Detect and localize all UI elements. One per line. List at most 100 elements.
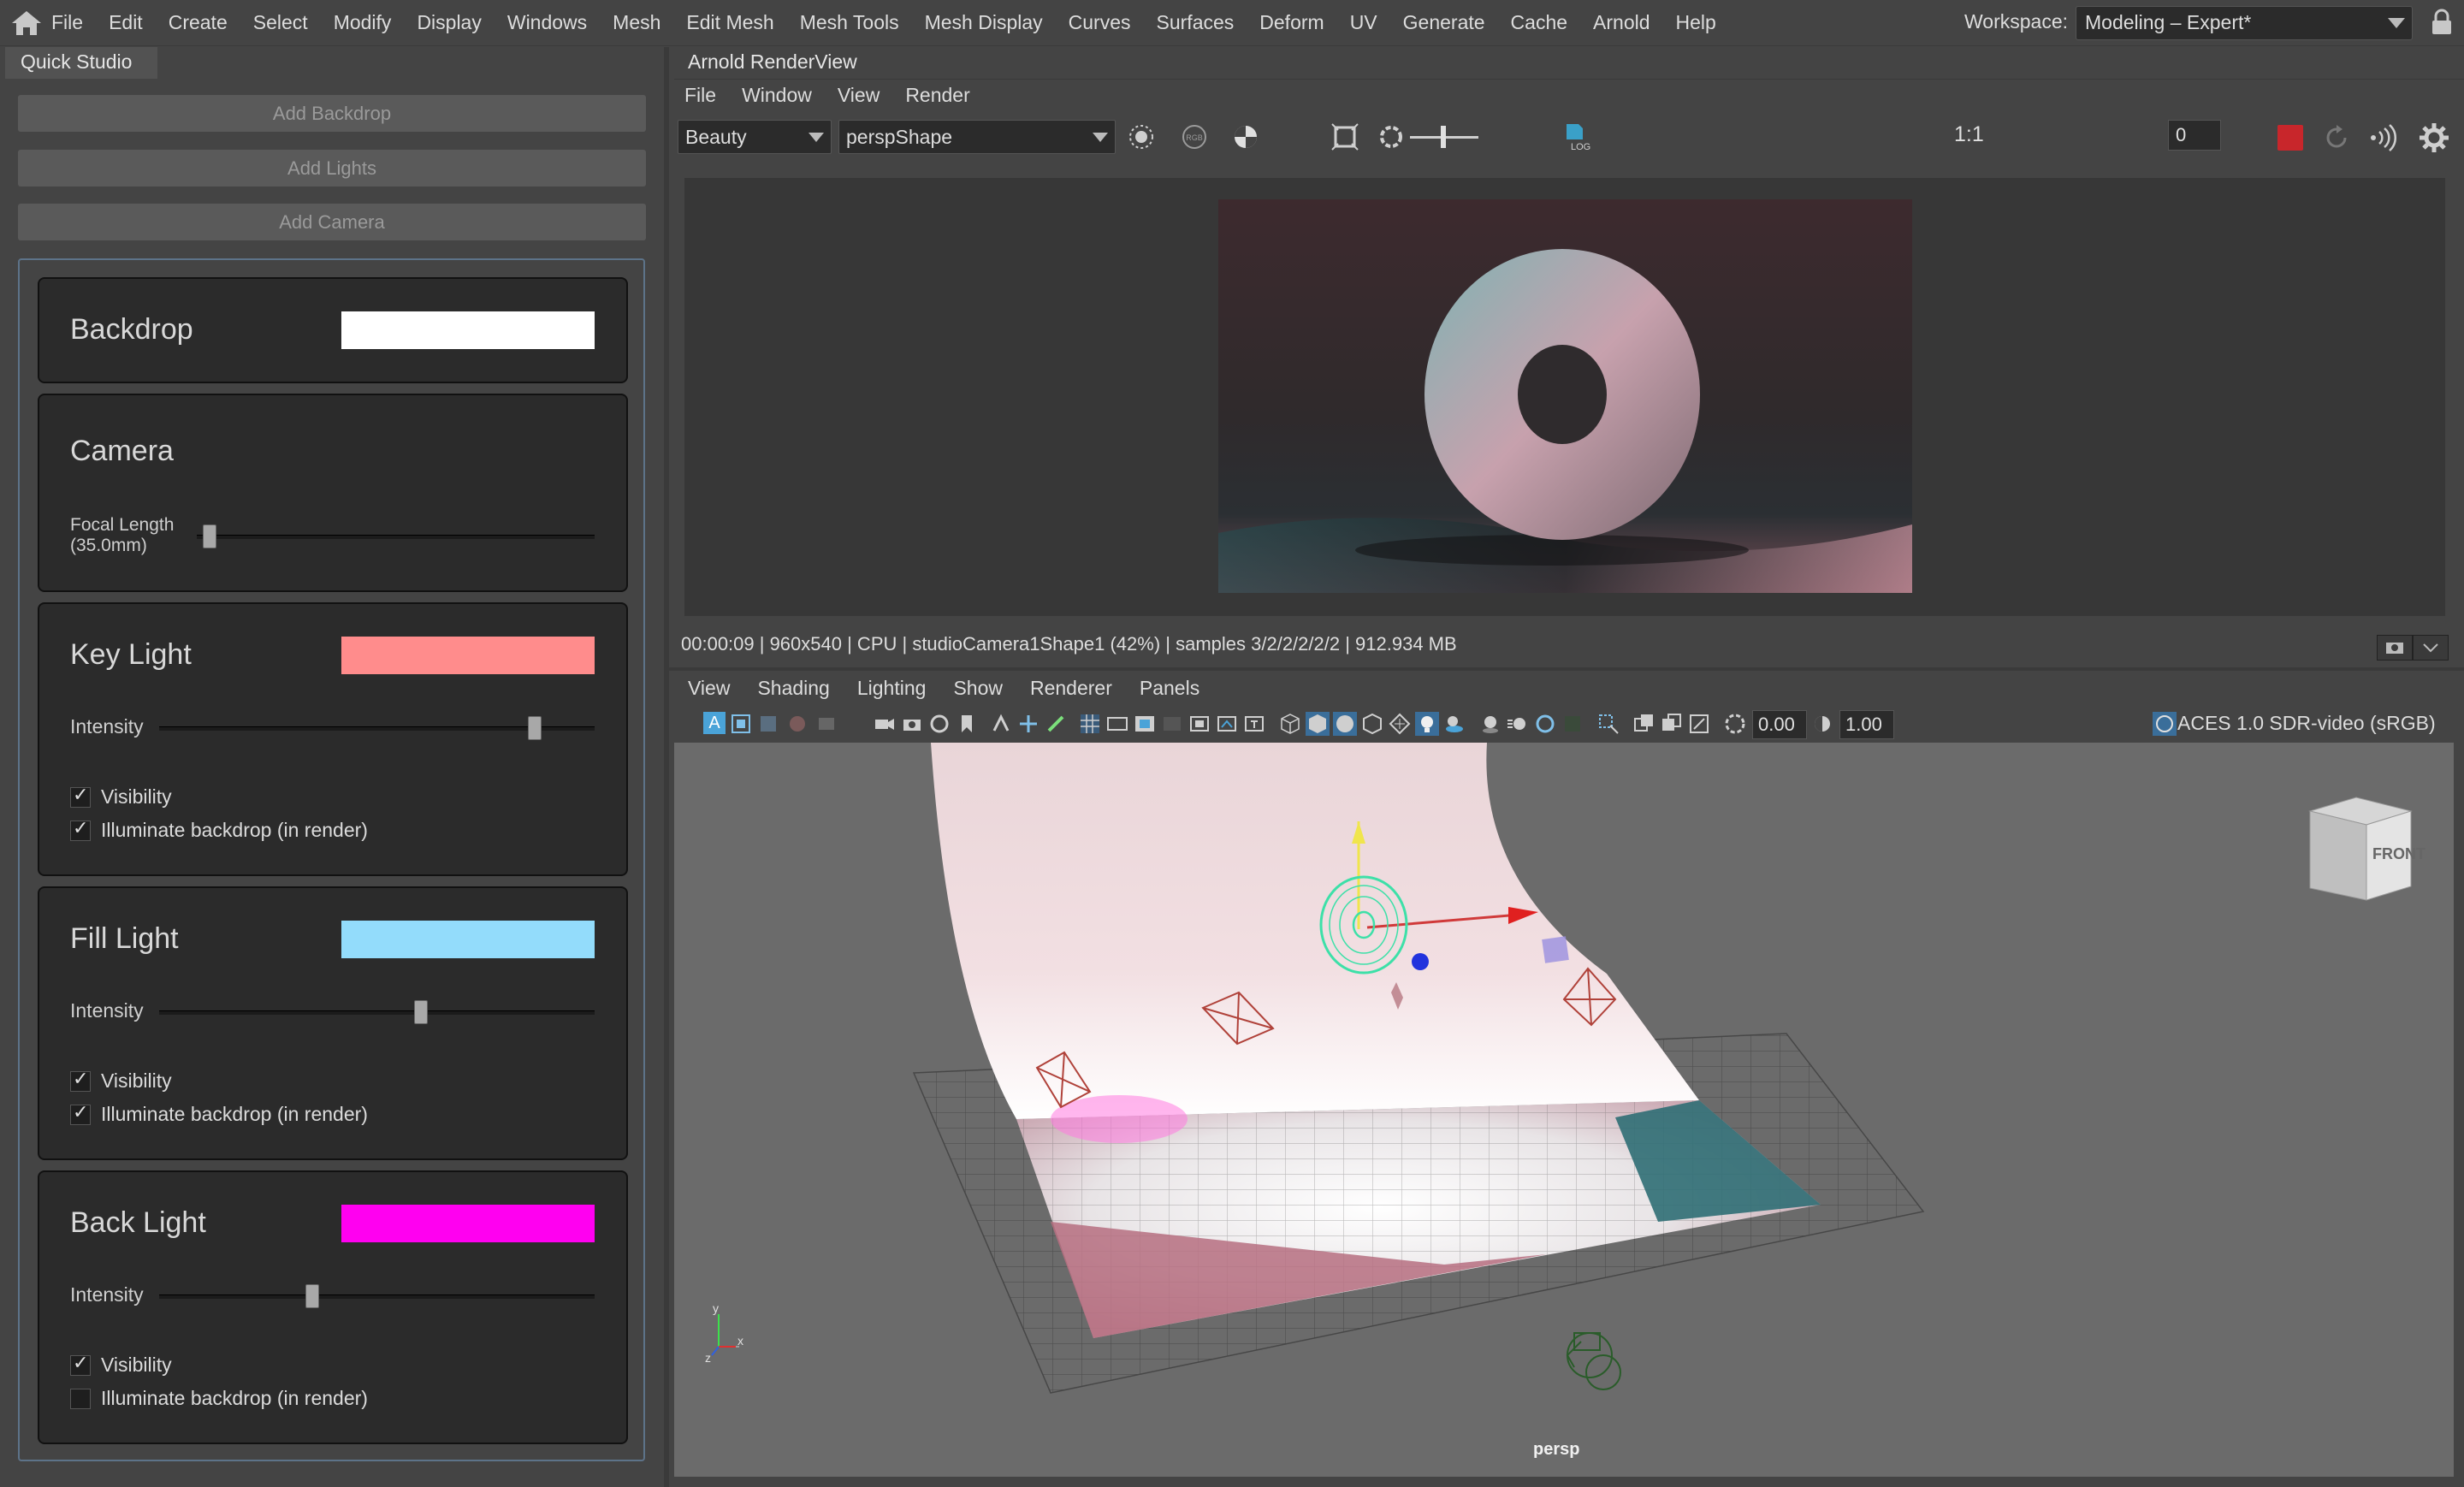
exposure-icon[interactable]	[1377, 123, 1405, 151]
menu-curves[interactable]: Curves	[1069, 11, 1131, 34]
safe-action-icon[interactable]	[1215, 712, 1239, 736]
workspace-dropdown[interactable]: Modeling – Expert*	[2076, 6, 2413, 40]
menu-mesh[interactable]: Mesh	[613, 11, 660, 34]
textured-icon[interactable]	[1388, 712, 1412, 736]
back-light-intensity-slider[interactable]	[159, 1294, 595, 1299]
menu-edit[interactable]: Edit	[109, 11, 143, 34]
motion-blur-icon[interactable]	[1506, 712, 1530, 736]
tab-arnold-renderview[interactable]: Arnold RenderView	[674, 47, 880, 79]
smooth-shade-icon[interactable]	[1306, 712, 1330, 736]
home-icon[interactable]	[9, 9, 44, 38]
back-light-intensity-handle[interactable]	[305, 1284, 320, 1308]
grid-icon[interactable]	[1078, 712, 1102, 736]
ipr-icon[interactable]	[2368, 123, 2399, 152]
menu-help[interactable]: Help	[1676, 11, 1716, 34]
viewport-gamma-field[interactable]: 1.00	[1839, 710, 1894, 739]
region-icon[interactable]	[1128, 123, 1155, 151]
camera-dropdown[interactable]: perspShape	[838, 120, 1116, 154]
exposure-slider-handle[interactable]	[1441, 126, 1446, 148]
menu-deform[interactable]: Deform	[1259, 11, 1324, 34]
viewport-exposure-field[interactable]: 0.00	[1752, 710, 1807, 739]
key-light-intensity-handle[interactable]	[527, 716, 542, 740]
gamma-icon[interactable]	[1810, 712, 1834, 736]
color-management-icon[interactable]	[2153, 712, 2177, 736]
focal-length-slider-handle[interactable]	[202, 524, 216, 548]
xray-active-icon[interactable]	[1687, 712, 1711, 736]
menu-create[interactable]: Create	[169, 11, 228, 34]
back-light-visibility-checkbox[interactable]: ✓	[70, 1353, 91, 1376]
fill-light-color-swatch[interactable]	[341, 921, 595, 958]
anti-aliasing-icon[interactable]	[1533, 712, 1557, 736]
key-light-visibility-checkbox[interactable]: ✓	[70, 785, 91, 808]
focal-length-slider[interactable]	[197, 535, 595, 539]
xray-joints-icon[interactable]	[1660, 712, 1684, 736]
renderview-menu-window[interactable]: Window	[742, 84, 812, 107]
menu-edit-mesh[interactable]: Edit Mesh	[686, 11, 773, 34]
key-light-color-swatch[interactable]	[341, 637, 595, 674]
shadows-icon[interactable]	[1442, 712, 1466, 736]
viewport-menu-lighting[interactable]: Lighting	[857, 677, 927, 700]
back-light-illuminate-checkbox[interactable]	[70, 1389, 91, 1409]
resolution-gate-icon[interactable]	[1133, 712, 1157, 736]
bookmark-icon[interactable]	[756, 712, 780, 736]
gate-mask-icon[interactable]	[1160, 712, 1184, 736]
fill-light-visibility-checkbox[interactable]: ✓	[70, 1069, 91, 1092]
menu-display[interactable]: Display	[417, 11, 481, 34]
backdrop-color-swatch[interactable]	[341, 311, 595, 349]
menu-modify[interactable]: Modify	[334, 11, 392, 34]
pane-splitter[interactable]	[669, 667, 2464, 671]
depth-of-field-icon[interactable]	[1561, 712, 1584, 736]
viewport-menu-panels[interactable]: Panels	[1140, 677, 1199, 700]
default-material-icon[interactable]	[1333, 712, 1357, 736]
pan-zoom-icon[interactable]	[1016, 712, 1040, 736]
grease-pencil-tool-icon[interactable]	[1044, 712, 1068, 736]
fill-light-illuminate-checkbox[interactable]: ✓	[70, 1102, 91, 1125]
menu-file[interactable]: File	[51, 11, 83, 34]
menu-cache[interactable]: Cache	[1511, 11, 1567, 34]
safe-title-icon[interactable]	[1242, 712, 1266, 736]
add-camera-button[interactable]: Add Camera	[18, 204, 646, 240]
tab-quick-studio[interactable]: Quick Studio	[5, 47, 157, 79]
checker-icon[interactable]	[1232, 123, 1259, 151]
grease-pencil-icon[interactable]	[814, 712, 838, 736]
isolate-select-icon[interactable]	[1596, 712, 1620, 736]
select-camera-icon[interactable]: A	[703, 712, 726, 734]
renderview-menu-view[interactable]: View	[838, 84, 880, 107]
xray-icon[interactable]	[1632, 712, 1656, 736]
fill-light-intensity-slider[interactable]	[159, 1010, 595, 1015]
menu-mesh-tools[interactable]: Mesh Tools	[800, 11, 899, 34]
snapshot-camera-icon[interactable]	[900, 712, 924, 736]
exposure-field[interactable]: 0	[2168, 120, 2221, 151]
camera-attributes-icon[interactable]	[729, 712, 753, 736]
field-chart-icon[interactable]	[1188, 712, 1211, 736]
exposure-icon[interactable]	[1723, 712, 1747, 736]
menu-select[interactable]: Select	[253, 11, 308, 34]
back-light-color-swatch[interactable]	[341, 1205, 595, 1242]
ratio-label[interactable]: 1:1	[1954, 122, 1984, 147]
menu-surfaces[interactable]: Surfaces	[1157, 11, 1235, 34]
lighting-icon[interactable]	[1415, 712, 1439, 736]
log-icon[interactable]: LOG	[1564, 122, 1598, 153]
menu-mesh-display[interactable]: Mesh Display	[925, 11, 1043, 34]
screen-space-ao-icon[interactable]	[1478, 712, 1502, 736]
two-d-pan-icon[interactable]	[989, 712, 1013, 736]
aov-dropdown[interactable]: Beauty	[678, 120, 832, 154]
playblast-icon[interactable]	[927, 712, 951, 736]
key-light-illuminate-checkbox[interactable]: ✓	[70, 818, 91, 841]
menu-windows[interactable]: Windows	[507, 11, 587, 34]
stop-render-icon[interactable]	[2277, 125, 2303, 151]
renderview-menu-file[interactable]: File	[684, 84, 716, 107]
fill-light-intensity-handle[interactable]	[414, 1000, 429, 1024]
viewport-menu-shading[interactable]: Shading	[757, 677, 829, 700]
viewport-menu-renderer[interactable]: Renderer	[1030, 677, 1112, 700]
add-backdrop-button[interactable]: Add Backdrop	[18, 95, 646, 132]
rgb-channel-icon[interactable]: RGB	[1181, 123, 1208, 151]
frame-icon[interactable]	[1331, 123, 1359, 151]
refresh-icon[interactable]	[2322, 123, 2351, 152]
viewport-menu-view[interactable]: View	[688, 677, 730, 700]
menu-arnold[interactable]: Arnold	[1593, 11, 1650, 34]
image-plane-icon[interactable]	[785, 712, 809, 736]
3d-viewport[interactable]: y x z FRONT	[674, 743, 2454, 1477]
renderview-menu-render[interactable]: Render	[905, 84, 969, 107]
color-space-label[interactable]: ACES 1.0 SDR-video (sRGB)	[2177, 712, 2436, 735]
